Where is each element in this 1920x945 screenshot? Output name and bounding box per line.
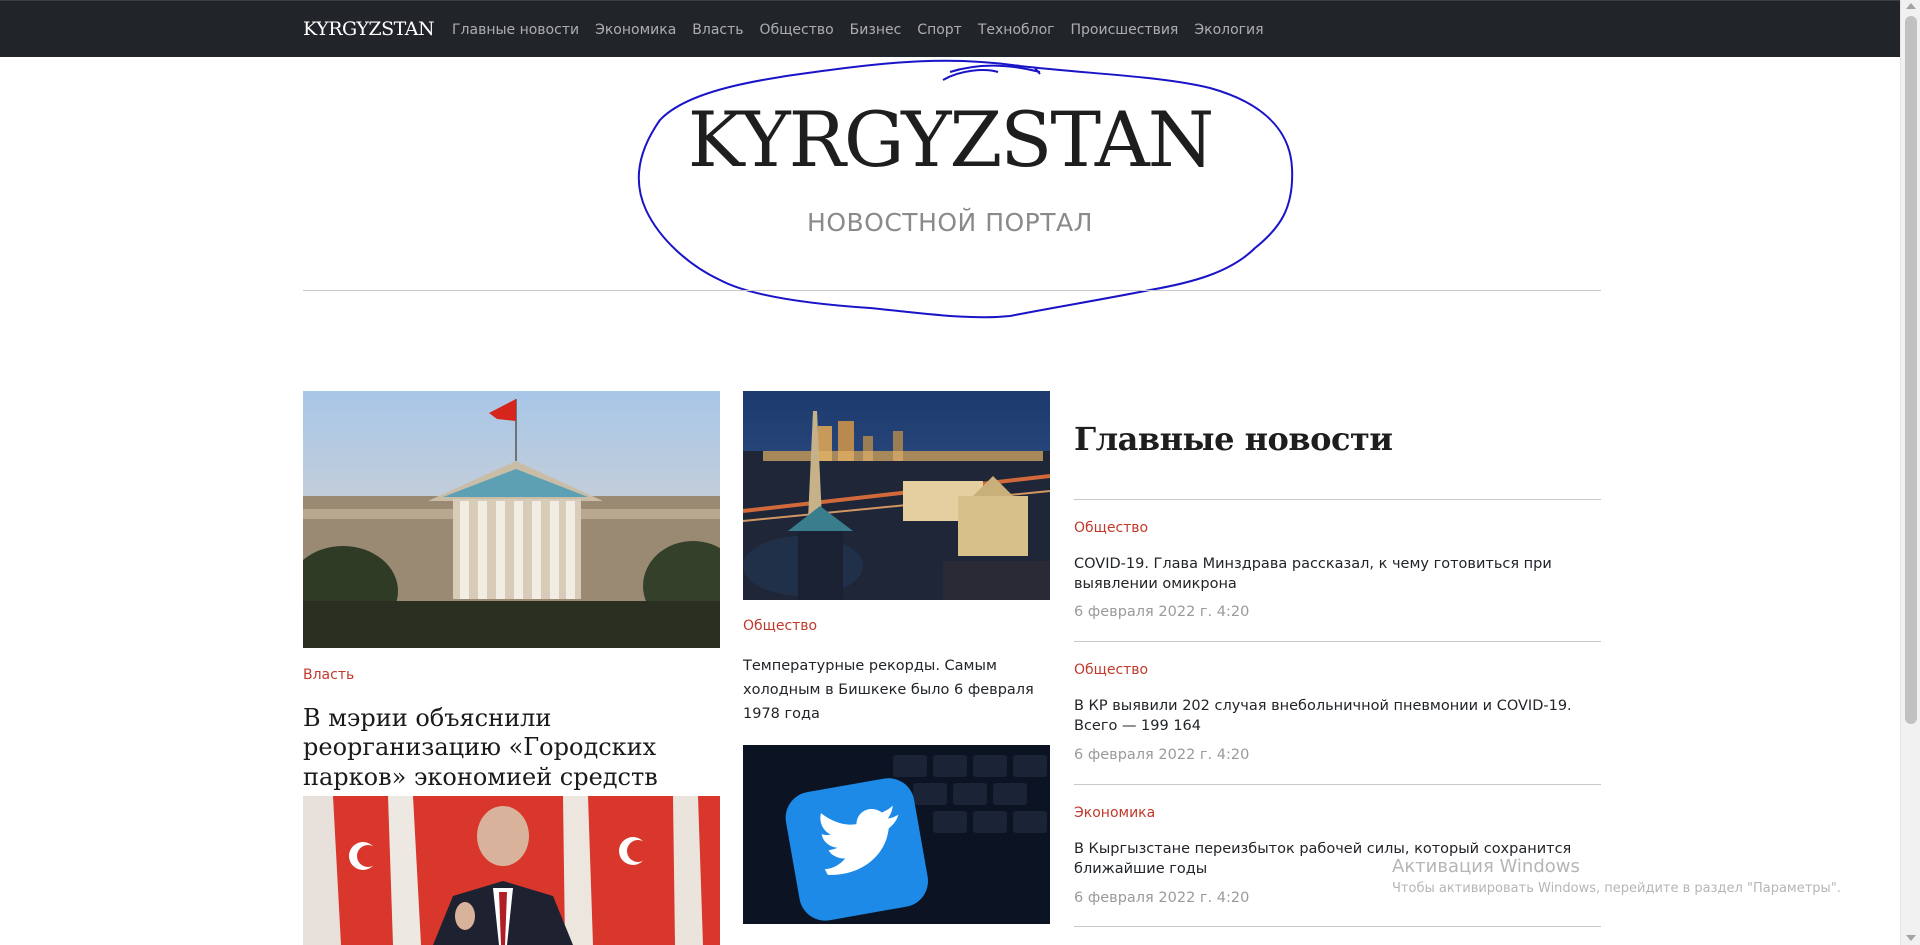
- nav-link-main-news[interactable]: Главные новости: [452, 22, 579, 38]
- scrollbar-thumb[interactable]: [1905, 16, 1917, 724]
- news-divider: [1074, 784, 1601, 785]
- news-date: 6 февраля 2022 г. 4:20: [1074, 890, 1250, 906]
- news-category[interactable]: Общество: [1074, 520, 1148, 536]
- news-headline[interactable]: COVID-19. Глава Минздрава рассказал, к ч…: [1074, 555, 1594, 594]
- nav-link-business[interactable]: Бизнес: [850, 22, 902, 38]
- navbar-links: Главные новости Экономика Власть Обществ…: [452, 22, 1280, 38]
- nav-link-sport[interactable]: Спорт: [917, 22, 962, 38]
- sidebar-title: Главные новости: [1074, 420, 1393, 458]
- windows-activation-title: Активация Windows: [1392, 856, 1580, 877]
- scroll-up-arrow-icon[interactable]: [1906, 3, 1916, 9]
- news-headline[interactable]: В КР выявили 202 случая внебольничной пн…: [1074, 697, 1594, 736]
- scroll-down-arrow-icon[interactable]: [1906, 935, 1916, 941]
- top-navbar: KYRGYZSTAN Главные новости Экономика Вла…: [0, 0, 1900, 57]
- news-category[interactable]: Экономика: [1074, 805, 1155, 821]
- article-image-city-hall[interactable]: [303, 391, 720, 648]
- nav-link-power[interactable]: Власть: [692, 22, 743, 38]
- article-image-president[interactable]: [303, 796, 720, 945]
- nav-link-society[interactable]: Общество: [760, 22, 834, 38]
- nav-link-economy[interactable]: Экономика: [595, 22, 676, 38]
- nav-link-ecology[interactable]: Экология: [1194, 22, 1263, 38]
- article-headline[interactable]: Температурные рекорды. Самым холодным в …: [743, 655, 1053, 727]
- nav-link-incidents[interactable]: Происшествия: [1071, 22, 1179, 38]
- article-headline[interactable]: В мэрии объяснили реорганизацию «Городск…: [303, 704, 733, 792]
- hand-drawn-scribble: [637, 59, 1294, 319]
- sidebar-divider: [1074, 499, 1601, 500]
- article-image-bishkek-night[interactable]: [743, 391, 1050, 600]
- article-image-twitter[interactable]: [743, 745, 1050, 924]
- windows-activation-text: Чтобы активировать Windows, перейдите в …: [1392, 881, 1841, 896]
- news-date: 6 февраля 2022 г. 4:20: [1074, 747, 1250, 763]
- nav-link-techblog[interactable]: Техноблог: [978, 22, 1055, 38]
- header-divider: [303, 290, 1601, 291]
- news-date: 6 февраля 2022 г. 4:20: [1074, 604, 1250, 620]
- article-category[interactable]: Общество: [743, 618, 817, 634]
- news-divider: [1074, 926, 1601, 927]
- navbar-brand[interactable]: KYRGYZSTAN: [303, 18, 435, 40]
- article-category[interactable]: Власть: [303, 667, 354, 683]
- news-divider: [1074, 641, 1601, 642]
- page-scrollbar[interactable]: [1900, 0, 1920, 945]
- news-category[interactable]: Общество: [1074, 662, 1148, 678]
